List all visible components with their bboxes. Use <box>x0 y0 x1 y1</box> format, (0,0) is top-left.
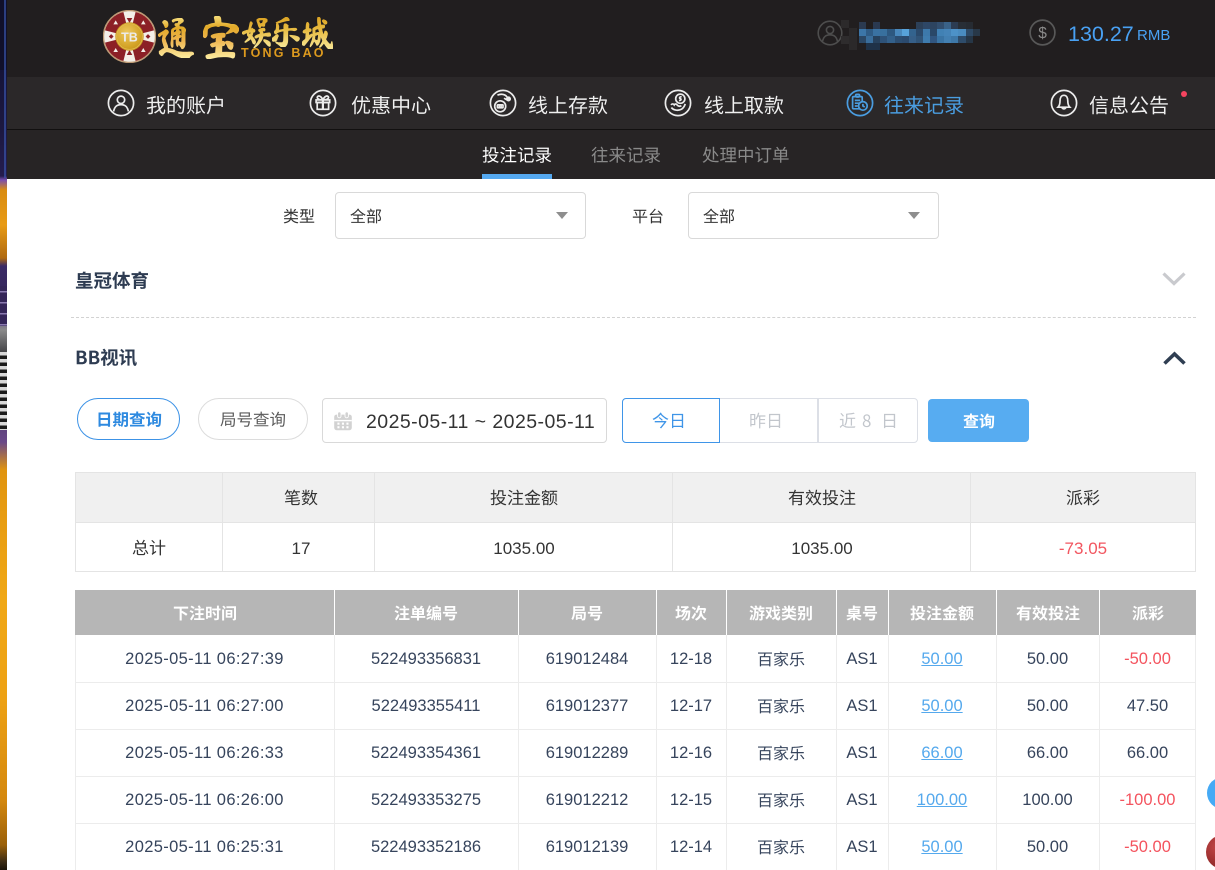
svg-text:$: $ <box>1038 25 1047 42</box>
svg-text:TB: TB <box>121 31 138 45</box>
